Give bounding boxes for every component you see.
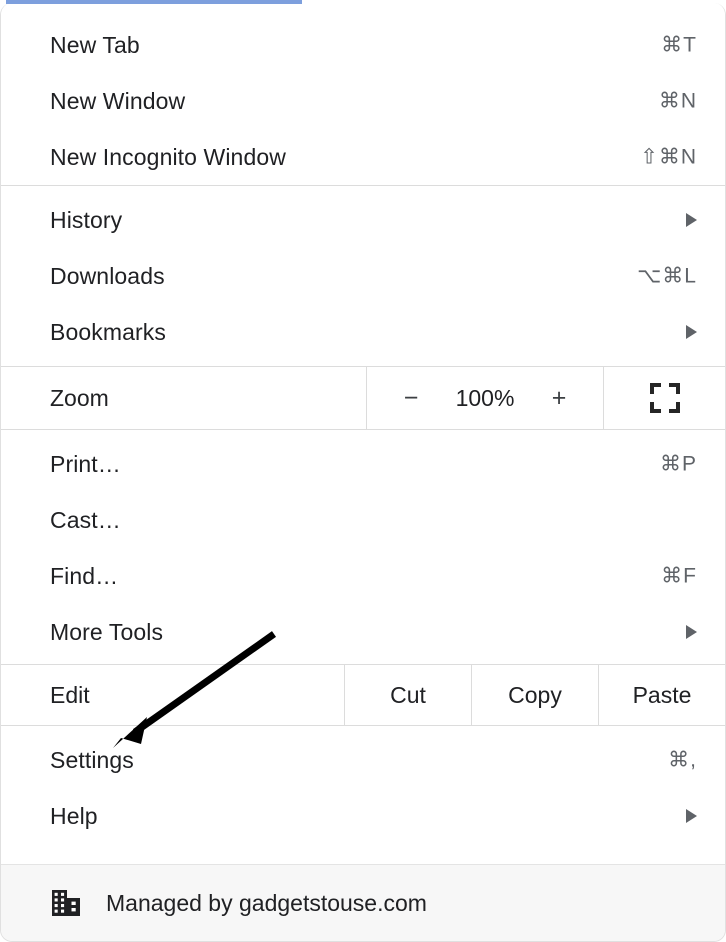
menu-item-label: History (50, 206, 123, 233)
shortcut-text: ⇧⌘N (640, 145, 697, 169)
menu-item-accessory (686, 809, 697, 823)
menu-item-print[interactable]: Print… ⌘P (1, 436, 725, 492)
menu-item-help[interactable]: Help (1, 788, 725, 844)
menu-section-page: Print… ⌘P Cast… Find… ⌘F More Tools (1, 430, 725, 664)
menu-item-cast[interactable]: Cast… (1, 492, 725, 548)
building-icon (50, 887, 82, 919)
chrome-menu-root: New Tab ⌘T New Window ⌘N New Incognito W… (0, 0, 726, 942)
zoom-label-area: Zoom (1, 367, 366, 429)
menu-item-label: Settings (50, 746, 134, 773)
menu-row-zoom: Zoom − 100% + (1, 367, 725, 429)
menu-item-accessory (686, 213, 697, 227)
menu-item-accessory: ⌥⌘L (637, 266, 697, 287)
menu-item-accessory: ⌘T (661, 35, 697, 56)
menu-item-new-tab[interactable]: New Tab ⌘T (1, 17, 725, 73)
menu-item-accessory: ⌘P (660, 454, 697, 475)
chevron-right-icon (686, 625, 697, 639)
shortcut-text: ⌘N (658, 89, 697, 113)
shortcut-text: ⌘T (661, 33, 697, 57)
menu-item-accessory: ⌘, (668, 750, 697, 771)
zoom-in-button[interactable]: + (548, 385, 570, 411)
menu-item-label: Help (50, 802, 98, 829)
menu-item-accessory: ⌘F (661, 566, 697, 587)
menu-item-accessory: ⇧⌘N (640, 147, 697, 168)
menu-item-accessory (686, 625, 697, 639)
menu-item-label: New Tab (50, 31, 140, 58)
menu-section-browse: History Downloads ⌥⌘L Bookmarks (1, 186, 725, 366)
menu-item-more-tools[interactable]: More Tools (1, 604, 725, 660)
managed-by-text: Managed by gadgetstouse.com (106, 889, 427, 916)
menu-item-accessory: ⌘N (659, 91, 697, 112)
menu-item-label: Print… (50, 450, 121, 477)
menu-item-find[interactable]: Find… ⌘F (1, 548, 725, 604)
menu-item-label: More Tools (50, 618, 164, 645)
menu-item-history[interactable]: History (1, 192, 725, 248)
zoom-out-button[interactable]: − (400, 385, 422, 411)
menu-item-label: Find… (50, 562, 119, 589)
shortcut-text: ⌘, (668, 748, 697, 772)
menu-item-new-window[interactable]: New Window ⌘N (1, 73, 725, 129)
menu-item-label: New Incognito Window (50, 143, 286, 170)
tab-accent-bar (6, 0, 302, 4)
menu-item-label: Bookmarks (50, 318, 166, 345)
menu-section-settings: Settings ⌘, Help (1, 726, 725, 844)
chevron-right-icon (686, 213, 697, 227)
chevron-right-icon (686, 809, 697, 823)
paste-button[interactable]: Paste (598, 665, 725, 725)
menu-item-settings[interactable]: Settings ⌘, (1, 732, 725, 788)
shortcut-text: ⌘P (659, 452, 697, 476)
menu-item-label: New Window (50, 87, 186, 114)
cut-button[interactable]: Cut (344, 665, 471, 725)
copy-button[interactable]: Copy (471, 665, 598, 725)
menu-item-label: Cast… (50, 506, 121, 533)
shortcut-text: ⌥⌘L (637, 264, 697, 288)
menu-item-bookmarks[interactable]: Bookmarks (1, 304, 725, 360)
fullscreen-icon (649, 383, 680, 413)
menu-item-new-incognito-window[interactable]: New Incognito Window ⇧⌘N (1, 129, 725, 185)
zoom-controls: − 100% + (366, 367, 603, 429)
menu-row-edit: Edit Cut Copy Paste (1, 665, 725, 725)
menu-item-label: Downloads (50, 262, 165, 289)
chrome-main-menu-panel: New Tab ⌘T New Window ⌘N New Incognito W… (0, 3, 726, 942)
edit-label: Edit (50, 681, 90, 708)
zoom-label: Zoom (50, 384, 109, 411)
managed-by-footer[interactable]: Managed by gadgetstouse.com (1, 864, 725, 941)
shortcut-text: ⌘F (661, 564, 697, 588)
menu-section-new: New Tab ⌘T New Window ⌘N New Incognito W… (1, 3, 725, 185)
menu-item-downloads[interactable]: Downloads ⌥⌘L (1, 248, 725, 304)
menu-item-accessory (686, 325, 697, 339)
fullscreen-button[interactable] (603, 367, 725, 429)
zoom-level-value: 100% (455, 384, 515, 411)
chevron-right-icon (686, 325, 697, 339)
